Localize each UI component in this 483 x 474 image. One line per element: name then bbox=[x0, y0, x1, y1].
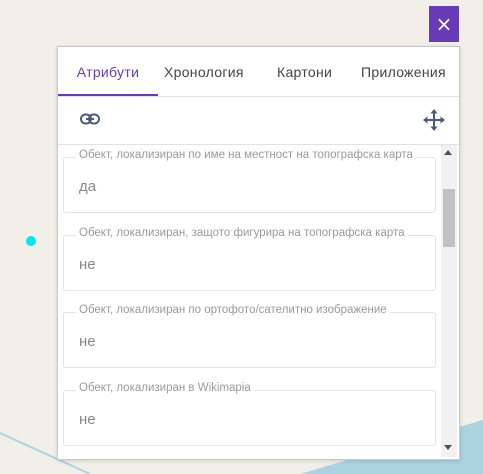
field-value: да bbox=[79, 178, 97, 195]
tab-chronology[interactable]: Хронология bbox=[164, 47, 244, 94]
map-marker bbox=[26, 236, 36, 246]
move-button[interactable] bbox=[422, 107, 446, 133]
field-label: Обект, локализиран по име на местност на… bbox=[76, 149, 416, 161]
scrollbar-thumb[interactable] bbox=[443, 189, 455, 247]
link-button[interactable] bbox=[78, 107, 102, 131]
field-label: Обект, локализиран по ортофото/сателитно… bbox=[76, 304, 390, 316]
tab-attachments[interactable]: Приложения bbox=[361, 47, 446, 94]
vertical-scrollbar[interactable] bbox=[441, 145, 457, 457]
close-icon: × bbox=[435, 12, 453, 36]
feature-info-panel: Атрибути Хронология Картони Приложения О… bbox=[57, 46, 460, 460]
field-label: Обект, локализиран, защото фигурира на т… bbox=[76, 227, 408, 239]
scroll-down-arrow-icon[interactable] bbox=[444, 445, 452, 450]
field-label: Обект, локализиран в Wikimapia bbox=[76, 382, 254, 394]
attribute-field[interactable]: Обект, локализиран по ортофото/сателитно… bbox=[63, 304, 436, 368]
tab-bar: Атрибути Хронология Картони Приложения bbox=[58, 47, 459, 97]
attributes-list: Обект, локализиран по име на местност на… bbox=[58, 145, 443, 459]
tab-cards[interactable]: Картони bbox=[277, 47, 332, 94]
move-icon bbox=[423, 109, 445, 131]
close-button[interactable]: × bbox=[429, 6, 459, 42]
field-value: не bbox=[79, 411, 96, 428]
field-value: не bbox=[79, 333, 96, 350]
tab-attributes[interactable]: Атрибути bbox=[58, 47, 158, 96]
field-value: не bbox=[79, 256, 96, 273]
scroll-up-arrow-icon[interactable] bbox=[444, 150, 452, 155]
attribute-field[interactable]: Обект, локализиран в Wikimapia не bbox=[63, 382, 436, 446]
attribute-field[interactable]: Обект, локализиран, защото фигурира на т… bbox=[63, 227, 436, 291]
attribute-field[interactable]: Обект, локализиран по име на местност на… bbox=[63, 149, 436, 213]
link-icon bbox=[80, 113, 100, 125]
toolbar bbox=[58, 97, 459, 145]
